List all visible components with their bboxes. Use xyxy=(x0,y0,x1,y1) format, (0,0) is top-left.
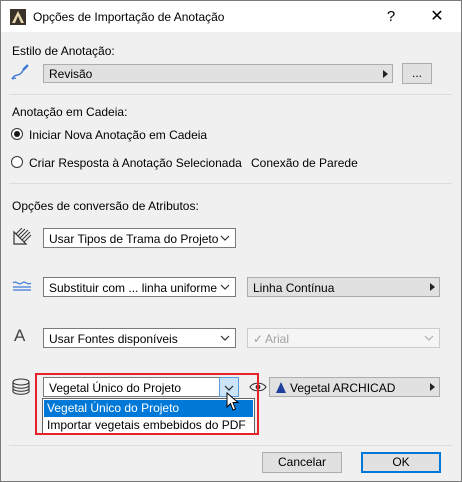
annotation-pen-icon xyxy=(11,64,29,80)
annotation-style-value: Revisão xyxy=(49,67,93,81)
line-conversion-value: Substituir com ... linha uniforme xyxy=(49,281,218,295)
surface-layers-icon xyxy=(12,378,30,395)
mouse-cursor-icon xyxy=(226,392,240,411)
submenu-arrow-icon xyxy=(430,383,435,391)
font-icon: A xyxy=(14,326,26,345)
surface-material-selector[interactable]: Vegetal ARCHICAD xyxy=(269,377,440,397)
chevron-down-icon xyxy=(220,335,230,341)
line-type-value: Linha Contínua xyxy=(253,281,335,295)
chevron-down-icon xyxy=(220,235,230,241)
window-title: Opções de Importação de Anotação xyxy=(33,10,225,24)
surface-swatch-icon xyxy=(276,382,286,393)
archicad-app-icon xyxy=(10,9,26,25)
font-conversion-value: Usar Fontes disponíveis xyxy=(49,332,178,346)
import-annotation-options-dialog: Opções de Importação de Anotação ? ✕ Est… xyxy=(0,0,462,482)
divider xyxy=(9,94,452,95)
submenu-arrow-icon xyxy=(383,70,388,78)
wall-connection-label: Conexão de Parede xyxy=(251,156,358,170)
cancel-button[interactable]: Cancelar xyxy=(262,452,342,473)
font-conversion-dropdown[interactable]: Usar Fontes disponíveis xyxy=(43,328,236,348)
title-bar: Opções de Importação de Anotação ? ✕ xyxy=(1,1,461,32)
ok-button[interactable]: OK xyxy=(361,452,441,473)
fill-conversion-dropdown[interactable]: Usar Tipos de Trama do Projeto xyxy=(43,228,236,248)
help-button[interactable]: ? xyxy=(368,1,414,32)
font-selector-value: Arial xyxy=(265,332,290,346)
close-button[interactable]: ✕ xyxy=(414,1,460,32)
divider xyxy=(9,445,452,446)
font-selector-disabled: ✓ Arial xyxy=(247,328,440,348)
fill-pattern-icon xyxy=(13,228,32,245)
font-check-icon: ✓ xyxy=(253,332,264,346)
chevron-down-icon xyxy=(220,284,230,290)
annotation-style-more-button[interactable]: ... xyxy=(402,63,432,84)
attribute-conversion-label: Opções de conversão de Atributos: xyxy=(12,199,199,213)
chain-annotation-label: Anotação em Cadeia: xyxy=(12,105,128,119)
radio-reply-selected[interactable] xyxy=(11,156,23,168)
line-conversion-dropdown[interactable]: Substituir com ... linha uniforme xyxy=(43,277,236,297)
divider xyxy=(9,183,452,184)
line-type-selector[interactable]: Linha Contínua xyxy=(247,277,440,297)
radio-new-chain[interactable] xyxy=(11,128,23,140)
annotation-style-label: Estilo de Anotação: xyxy=(12,44,115,58)
fill-conversion-value: Usar Tipos de Trama do Projeto xyxy=(49,232,219,246)
chevron-down-icon xyxy=(424,335,434,341)
radio-reply-selected-label[interactable]: Criar Resposta à Anotação Selecionada xyxy=(29,156,242,170)
submenu-arrow-icon xyxy=(430,283,435,291)
line-type-icon xyxy=(12,281,32,291)
annotation-style-dropdown[interactable]: Revisão xyxy=(43,64,393,83)
radio-new-chain-label[interactable]: Iniciar Nova Anotação em Cadeia xyxy=(29,128,207,142)
surface-material-value: Vegetal ARCHICAD xyxy=(290,381,396,395)
